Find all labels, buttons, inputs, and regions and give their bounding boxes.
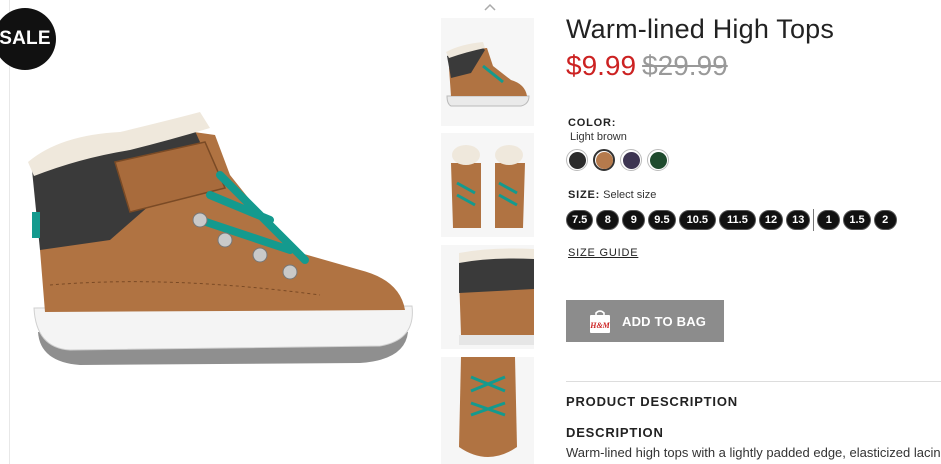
size-option[interactable]: 9 bbox=[622, 210, 646, 230]
boot-illustration bbox=[28, 112, 413, 365]
thumbnails-scroll-up-icon[interactable] bbox=[483, 2, 497, 12]
size-option[interactable]: 10.5 bbox=[678, 210, 717, 230]
description-text: Warm-lined high tops with a lightly padd… bbox=[566, 445, 941, 460]
selected-color-name: Light brown bbox=[570, 131, 627, 143]
thumbnail-image bbox=[441, 357, 534, 464]
size-options: 7.5 8 9 9.5 10.5 11.5 12 13 1 1.5 2 bbox=[566, 209, 900, 231]
size-label-text: SIZE: bbox=[568, 189, 601, 201]
color-swatch-dark-purple[interactable] bbox=[620, 149, 642, 171]
price-row: $9.99 $29.99 bbox=[566, 50, 728, 82]
page-left-border bbox=[9, 0, 10, 464]
size-option[interactable]: 13 bbox=[786, 210, 811, 230]
size-option[interactable]: 7.5 bbox=[566, 210, 594, 230]
thumbnail-image bbox=[441, 18, 534, 126]
sale-price: $9.99 bbox=[566, 50, 637, 81]
section-divider bbox=[566, 381, 941, 382]
shopping-bag-icon: H&M bbox=[589, 310, 611, 333]
size-label: SIZE: Select size bbox=[568, 189, 656, 201]
thumbnail-front-view[interactable] bbox=[441, 133, 534, 237]
add-to-bag-label: ADD TO BAG bbox=[622, 313, 707, 329]
thumbnail-side-view[interactable] bbox=[441, 18, 534, 126]
size-guide-link[interactable]: SIZE GUIDE bbox=[568, 247, 638, 259]
size-placeholder: Select size bbox=[603, 189, 657, 201]
size-divider bbox=[813, 209, 815, 231]
color-swatches bbox=[566, 149, 669, 171]
thumbnail-image bbox=[441, 245, 534, 349]
add-to-bag-button[interactable]: H&M ADD TO BAG bbox=[566, 300, 724, 342]
description-heading: DESCRIPTION bbox=[566, 425, 664, 440]
product-title: Warm-lined High Tops bbox=[566, 14, 835, 44]
main-product-image[interactable] bbox=[20, 100, 420, 380]
original-price: $29.99 bbox=[642, 50, 728, 81]
size-option[interactable]: 1 bbox=[817, 210, 841, 230]
thumbnail-image bbox=[441, 133, 534, 237]
color-swatch-dark-green[interactable] bbox=[647, 149, 669, 171]
color-swatch-light-brown[interactable] bbox=[593, 149, 615, 171]
thumbnail-top-view[interactable] bbox=[441, 357, 534, 464]
color-label: COLOR: bbox=[568, 117, 617, 129]
size-option[interactable]: 1.5 bbox=[843, 210, 871, 230]
brand-logo-text: H&M bbox=[589, 321, 610, 330]
size-option[interactable]: 12 bbox=[758, 210, 784, 230]
size-option[interactable]: 11.5 bbox=[719, 210, 756, 230]
size-option[interactable]: 2 bbox=[873, 210, 897, 230]
thumbnail-back-view[interactable] bbox=[441, 245, 534, 349]
product-description-heading[interactable]: PRODUCT DESCRIPTION bbox=[566, 394, 738, 409]
size-option[interactable]: 9.5 bbox=[648, 210, 676, 230]
sale-badge: SALE bbox=[0, 8, 56, 70]
color-swatch-black[interactable] bbox=[566, 149, 588, 171]
size-option[interactable]: 8 bbox=[596, 210, 620, 230]
